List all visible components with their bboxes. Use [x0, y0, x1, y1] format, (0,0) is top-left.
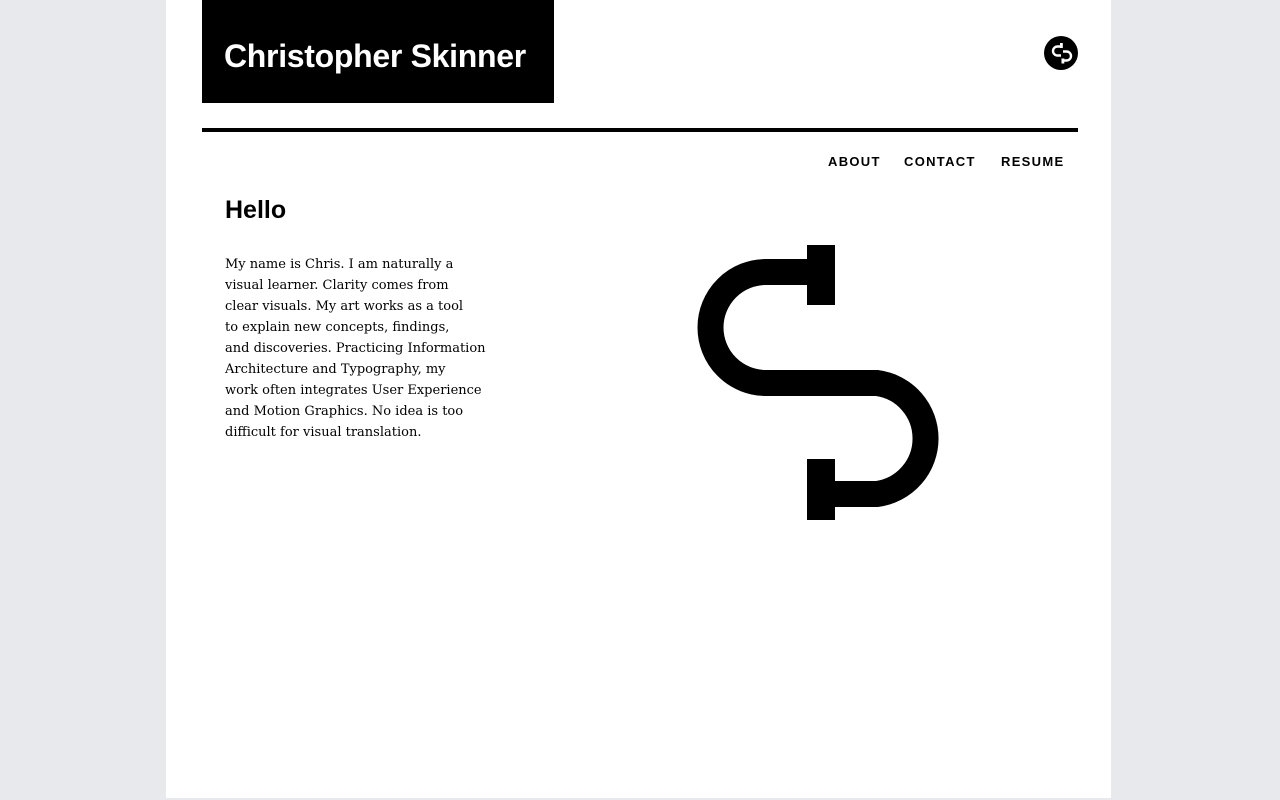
bio-line: My name is Chris. I am naturally a [225, 257, 454, 272]
cs-monogram-icon [686, 235, 956, 535]
title-block: Christopher Skinner [202, 0, 554, 103]
bio-line: and discoveries. Practicing Information [225, 341, 486, 356]
cs-monogram-icon[interactable] [1044, 36, 1078, 70]
header-divider [202, 128, 1078, 132]
nav-resume-link[interactable]: RESUME [1001, 154, 1064, 170]
bio-paragraph: My name is Chris. I am naturally a visua… [225, 254, 495, 443]
bio-line: and Motion Graphics. No idea is too [225, 404, 464, 419]
bio-line: difficult for visual translation. [225, 425, 422, 440]
bio-line: to explain new concepts, findings, [225, 320, 450, 335]
bio-line: work often integrates User Experience [225, 383, 482, 398]
site-title[interactable]: Christopher Skinner [224, 36, 526, 76]
main-nav: ABOUT CONTACT RESUME [166, 154, 1111, 170]
intro-heading: Hello [225, 196, 287, 224]
nav-about-link[interactable]: ABOUT [828, 154, 881, 170]
nav-contact-link[interactable]: CONTACT [904, 154, 976, 170]
bio-line: clear visuals. My art works as a tool [225, 299, 464, 314]
bio-line: Architecture and Typography, my [225, 362, 446, 377]
bio-line: visual learner. Clarity comes from [225, 278, 449, 293]
page-container: Christopher Skinner ABOUT CONTACT RESUME… [166, 0, 1111, 798]
